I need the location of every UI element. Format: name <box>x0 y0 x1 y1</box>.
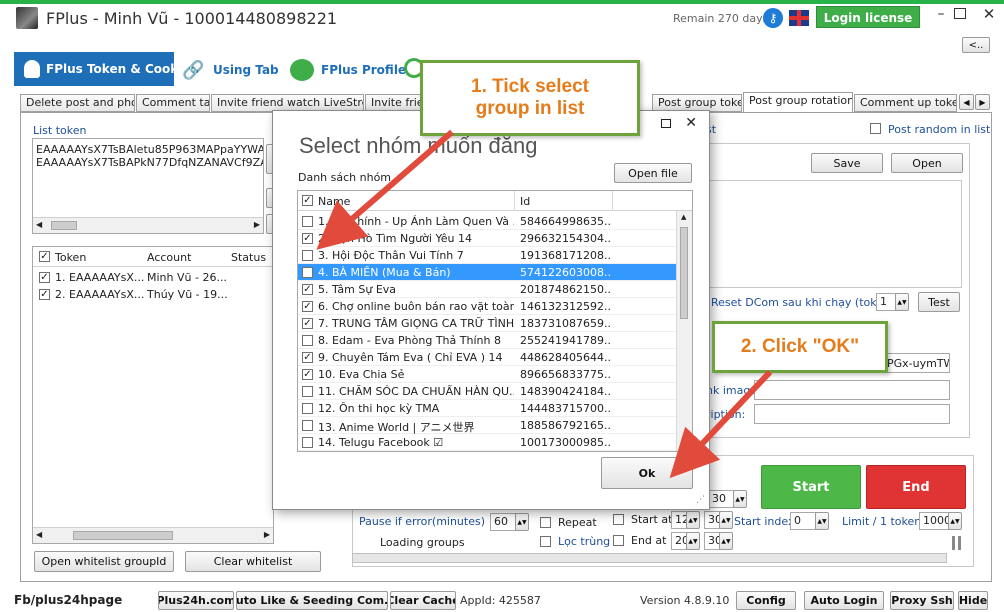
clear-cache-button[interactable]: Clear Cache <box>390 591 456 610</box>
auto-login-button[interactable]: Auto Login <box>804 591 884 610</box>
arrow-to-checkbox <box>316 129 454 250</box>
config-button[interactable]: Config <box>736 591 796 610</box>
plus24h-link[interactable]: Plus24h.com <box>158 591 234 610</box>
hide-button[interactable]: Hide <box>958 591 988 610</box>
annotation-arrows <box>316 129 773 479</box>
appid-label: AppId: 425587 <box>460 594 541 607</box>
proxy-ssh-button[interactable]: Proxy Ssh <box>890 591 954 610</box>
fb-page-label: Fb/plus24hpage <box>14 593 123 607</box>
status-bar: Fb/plus24hpage Plus24h.com Auto Like & S… <box>0 590 1004 612</box>
auto-like-link[interactable]: Auto Like & Seeding Com... <box>236 591 388 610</box>
version-label: Version 4.8.9.10 <box>640 594 730 607</box>
arrow-to-ok <box>669 369 773 479</box>
